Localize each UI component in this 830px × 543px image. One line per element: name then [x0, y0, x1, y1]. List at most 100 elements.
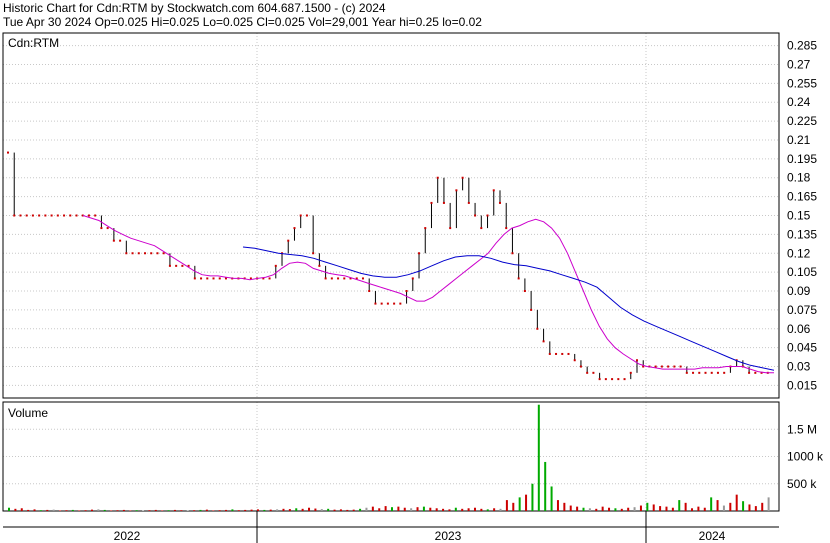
price-close-dot [25, 214, 28, 217]
volume-bar [627, 507, 630, 511]
volume-bar [14, 508, 17, 511]
price-tick-label: 0.015 [787, 378, 817, 392]
volume-bar [65, 510, 68, 511]
price-close-dot [63, 214, 66, 217]
price-close-dot [654, 365, 657, 368]
volume-bar [544, 461, 547, 511]
volume-bar [129, 510, 132, 511]
volume-bar [620, 508, 623, 511]
volume-bar [46, 509, 49, 511]
volume-bar [505, 500, 508, 511]
price-close-dot [617, 378, 620, 381]
volume-bar [633, 507, 636, 511]
volume-bar [193, 510, 196, 511]
volume-bar [59, 510, 62, 511]
volume-bar [52, 509, 55, 511]
volume-bar [691, 508, 694, 511]
volume-bar [167, 510, 170, 511]
volume-bar [333, 509, 336, 511]
price-close-dot [386, 302, 389, 305]
volume-bar [148, 510, 151, 511]
price-tick-label: 0.165 [787, 190, 817, 204]
price-close-dot [374, 302, 377, 305]
price-grid [3, 33, 779, 398]
volume-bar [71, 509, 74, 511]
volume-bar [601, 506, 604, 511]
price-close-dot [119, 239, 122, 242]
volume-bar [646, 502, 649, 511]
price-close-dot [268, 277, 271, 280]
price-tick-label: 0.285 [787, 39, 817, 53]
price-close-dot [430, 201, 433, 204]
price-close-dot [330, 277, 333, 280]
year-axis: 2022 2023 2024 [3, 511, 779, 543]
volume-bar [652, 504, 655, 511]
price-tick-label: 0.12 [787, 246, 811, 260]
price-close-dot [380, 302, 383, 305]
volume-bar [231, 509, 234, 511]
price-close-dot [667, 365, 670, 368]
price-close-dot [436, 176, 439, 179]
price-close-dot [673, 365, 676, 368]
volume-bar [269, 509, 272, 511]
volume-bar [614, 508, 617, 511]
price-close-dot [604, 378, 607, 381]
price-panel-frame [2, 32, 780, 399]
volume-bar [256, 509, 259, 511]
price-close-dot [467, 201, 470, 204]
price-close-dot [586, 371, 589, 374]
price-close-dot [137, 252, 140, 255]
volume-bar [435, 508, 438, 511]
volume-bar [722, 505, 725, 511]
price-close-dot [692, 371, 695, 374]
price-close-dot [567, 352, 570, 355]
price-close-dot [368, 290, 371, 293]
price-close-dot [424, 227, 427, 230]
volume-bar [448, 509, 451, 511]
volume-bar [276, 509, 279, 511]
price-close-dot [181, 264, 184, 267]
price-close-dot [38, 214, 41, 217]
price-close-dot [193, 277, 196, 280]
volume-bar [27, 509, 30, 511]
price-close-dot [7, 151, 9, 154]
volume-bar [263, 509, 266, 511]
price-close-dot [611, 378, 614, 381]
price-close-dot [486, 214, 489, 217]
price-close-dot [312, 252, 315, 255]
price-close-dot [573, 359, 576, 362]
price-close-dot [31, 214, 34, 217]
volume-bar [90, 509, 93, 511]
volume-bar [499, 508, 502, 511]
price-close-dot [13, 214, 16, 217]
volume-bar [122, 509, 125, 511]
volume-bar [710, 497, 713, 511]
price-close-dot [623, 378, 626, 381]
price-close-dot [530, 308, 533, 311]
price-bars [7, 151, 769, 381]
volume-tick-label: 500 k [787, 477, 817, 491]
volume-bar [33, 509, 36, 511]
price-close-dot [112, 239, 115, 242]
moving-averages [82, 215, 775, 374]
volume-bar [173, 509, 176, 511]
price-close-dot [218, 277, 221, 280]
price-close-dot [318, 264, 321, 267]
volume-bar [748, 504, 751, 511]
price-tick-label: 0.105 [787, 265, 817, 279]
year-label: 2024 [699, 529, 726, 543]
price-close-dot [455, 189, 458, 192]
volume-bar [576, 506, 579, 511]
volume-bar [582, 507, 585, 511]
volume-bar [767, 497, 770, 511]
volume-bar [205, 509, 208, 511]
volume-bar [339, 509, 342, 511]
volume-bar [308, 507, 311, 511]
volume-bar [225, 509, 228, 511]
volume-panel-frame [2, 401, 780, 512]
price-tick-label: 0.045 [787, 341, 817, 355]
price-close-dot [411, 277, 414, 280]
volume-bar [556, 500, 559, 511]
volume-bars [8, 404, 770, 511]
price-close-dot [716, 371, 719, 374]
